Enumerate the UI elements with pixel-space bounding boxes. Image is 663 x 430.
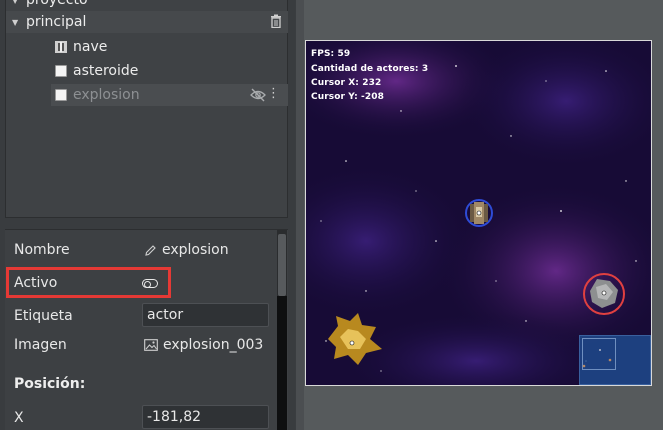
scrollbar-lower — [277, 296, 287, 430]
collapse-arrow-icon[interactable]: ▼ — [12, 18, 26, 27]
image-value[interactable]: explosion_003 — [144, 337, 263, 353]
actor-count: Cantidad de actores: 3 — [311, 64, 429, 74]
eye-hidden-icon[interactable] — [250, 88, 266, 102]
pencil-icon — [145, 244, 156, 256]
position-section-title: Posición: — [14, 376, 86, 392]
cursor-x-readout: Cursor X: 232 — [311, 78, 382, 88]
tree-item-label: nave — [73, 39, 108, 55]
active-toggle[interactable] — [142, 279, 158, 288]
cursor-y-readout: Cursor Y: -208 — [311, 92, 384, 102]
project-label: proyecto — [26, 0, 88, 8]
tree-item-asteroide[interactable]: asteroide — [51, 60, 288, 82]
more-options-icon[interactable]: ⋮ — [267, 87, 280, 101]
tree-scene-row[interactable]: ▼ principal — [6, 11, 288, 33]
tree-project-row[interactable]: ▼ proyecto — [6, 0, 88, 10]
trash-icon[interactable] — [270, 14, 282, 28]
visibility-checkbox[interactable] — [55, 65, 67, 77]
image-text: explosion_003 — [163, 337, 264, 353]
game-canvas[interactable]: FPS: 59 Cantidad de actores: 3 Cursor X:… — [305, 40, 652, 386]
properties-panel: Nombre explosion Activo Etiqueta actor I… — [5, 229, 288, 430]
tree-item-explosion[interactable]: explosion ⋮ — [51, 84, 288, 106]
name-text: explosion — [162, 242, 229, 258]
scene-tree: ▼ proyecto ▼ principal nave asteroide ex… — [5, 0, 288, 218]
tag-input[interactable]: actor — [142, 303, 269, 327]
active-label: Activo — [14, 275, 58, 291]
tree-item-label: asteroide — [73, 63, 139, 79]
editor-left-panel: ▼ proyecto ▼ principal nave asteroide ex… — [0, 0, 295, 430]
x-label: X — [14, 410, 24, 426]
scene-label: principal — [26, 14, 87, 30]
name-value[interactable]: explosion — [144, 242, 229, 258]
minimap-markers — [582, 349, 612, 368]
image-label: Imagen — [14, 337, 67, 353]
tag-label: Etiqueta — [14, 308, 73, 324]
panel-divider[interactable] — [296, 0, 304, 430]
image-icon — [144, 339, 158, 351]
tree-item-label: explosion — [73, 87, 140, 103]
tree-item-nave[interactable]: nave — [51, 36, 288, 58]
collapse-arrow-icon[interactable]: ▼ — [12, 0, 26, 5]
x-input[interactable]: -181,82 — [142, 405, 269, 429]
ship-icon — [55, 41, 67, 53]
name-label: Nombre — [14, 242, 70, 258]
scrollbar-thumb[interactable] — [278, 234, 286, 296]
visibility-checkbox[interactable] — [55, 89, 67, 101]
fps-counter: FPS: 59 — [311, 49, 351, 59]
minimap[interactable] — [579, 335, 651, 385]
